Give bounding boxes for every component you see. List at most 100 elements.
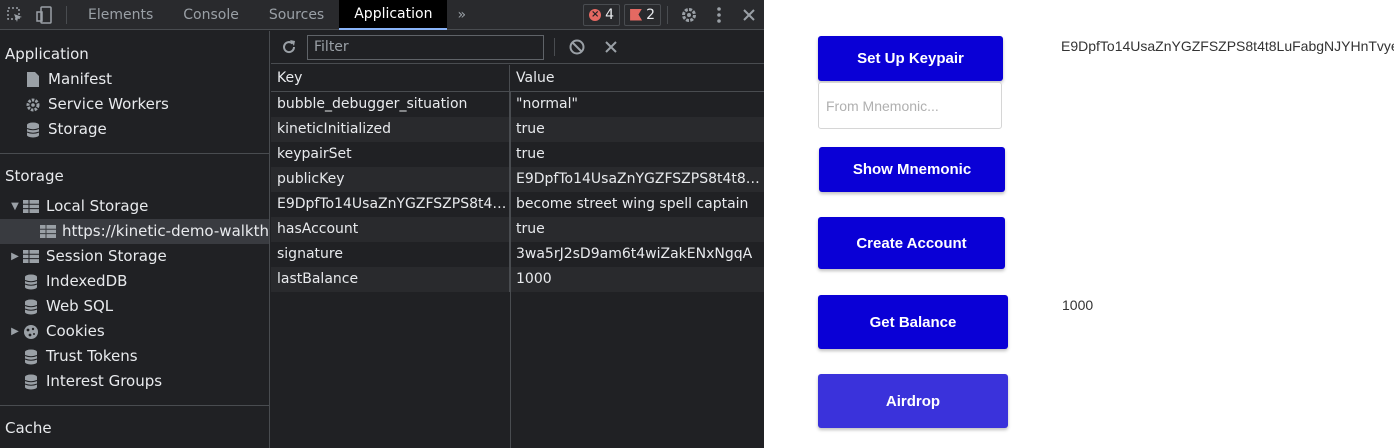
row-value[interactable]: 3wa5rJ2sD9am6t4wiZakENxNgqA bbox=[510, 242, 764, 267]
expand-arrow-right-icon[interactable]: ▶ bbox=[8, 319, 22, 344]
airdrop-button[interactable]: Airdrop bbox=[818, 374, 1008, 428]
sidebar-item-interest-groups[interactable]: Interest Groups bbox=[0, 369, 269, 394]
refresh-icon[interactable] bbox=[281, 39, 297, 55]
row-key[interactable]: lastBalance bbox=[271, 267, 510, 292]
row-key[interactable]: hasAccount bbox=[271, 217, 510, 242]
sidebar-divider bbox=[0, 405, 269, 406]
sidebar-item-storage[interactable]: Storage bbox=[0, 117, 269, 142]
sidebar-item-label: Storage bbox=[48, 120, 107, 138]
show-mnemonic-button[interactable]: Show Mnemonic bbox=[819, 147, 1005, 192]
devtools-panel: Elements Console Sources Application » ×… bbox=[0, 0, 764, 448]
sidebar-item-label: Interest Groups bbox=[46, 372, 163, 390]
column-header-value[interactable]: Value bbox=[510, 65, 764, 92]
sidebar-item-manifest[interactable]: Manifest bbox=[0, 67, 269, 92]
row-value[interactable]: 1000 bbox=[510, 267, 764, 292]
sidebar-item-label: https://kinetic-demo-walkthrough bbox=[62, 222, 269, 240]
row-key[interactable]: E9DpfTo14UsaZnYGZFSZPS8t4t8LuFabgNJYHnTv… bbox=[271, 192, 510, 217]
grid-icon bbox=[22, 198, 40, 216]
table-row[interactable]: keypairSet true bbox=[271, 142, 764, 167]
row-value[interactable]: true bbox=[510, 217, 764, 242]
close-devtools-icon[interactable] bbox=[734, 0, 764, 30]
toolbar-divider bbox=[66, 5, 67, 24]
sidebar-item-label: IndexedDB bbox=[46, 272, 128, 290]
sidebar-item-label: Cookies bbox=[46, 322, 105, 340]
set-up-keypair-button[interactable]: Set Up Keypair bbox=[818, 36, 1003, 81]
application-sidebar: Application Manifest Service Workers Sto… bbox=[0, 31, 270, 448]
settings-gear-icon[interactable] bbox=[674, 0, 704, 30]
local-storage-panel: Key Value bubble_debugger_situation "nor… bbox=[271, 31, 764, 448]
table-row[interactable]: bubble_debugger_situation "normal" bbox=[271, 92, 764, 117]
balance-text: 1000 bbox=[1062, 297, 1094, 313]
more-options-icon[interactable] bbox=[704, 0, 734, 30]
issue-flag-icon bbox=[630, 8, 643, 21]
tab-console[interactable]: Console bbox=[168, 0, 254, 30]
sidebar-item-local-storage-origin[interactable]: https://kinetic-demo-walkthrough bbox=[0, 219, 269, 244]
sidebar-header-cache: Cache bbox=[5, 419, 52, 437]
database-icon bbox=[22, 273, 40, 291]
public-key-text: E9DpfTo14UsaZnYGZFSZPS8t4t8LuFabgNJYHnTv… bbox=[1061, 38, 1394, 54]
sidebar-item-label: Manifest bbox=[48, 70, 113, 88]
errors-badge[interactable]: × 4 bbox=[583, 3, 621, 26]
column-divider bbox=[510, 92, 511, 448]
expand-arrow-down-icon[interactable]: ▼ bbox=[8, 194, 22, 219]
table-row[interactable]: E9DpfTo14UsaZnYGZFSZPS8t4t8LuFabgNJYHnTv… bbox=[271, 192, 764, 217]
row-value[interactable]: true bbox=[510, 142, 764, 167]
row-value[interactable]: E9DpfTo14UsaZnYGZFSZPS8t4t8LuFabgNJYHnTv… bbox=[510, 167, 764, 192]
row-key[interactable]: bubble_debugger_situation bbox=[271, 92, 510, 117]
table-row[interactable]: signature 3wa5rJ2sD9am6t4wiZakENxNgqA bbox=[271, 242, 764, 267]
sidebar-header-storage: Storage bbox=[5, 167, 64, 185]
expand-arrow-right-icon[interactable]: ▶ bbox=[8, 244, 22, 269]
row-value[interactable]: become street wing spell captain bbox=[510, 192, 764, 217]
get-balance-button[interactable]: Get Balance bbox=[818, 295, 1008, 349]
devtools-tabbar: Elements Console Sources Application » ×… bbox=[0, 0, 764, 30]
sidebar-item-session-storage[interactable]: ▶ Session Storage bbox=[0, 244, 269, 269]
tab-application[interactable]: Application bbox=[339, 0, 448, 30]
clear-all-icon[interactable] bbox=[569, 39, 585, 55]
cookie-icon bbox=[22, 323, 40, 341]
row-key[interactable]: keypairSet bbox=[271, 142, 510, 167]
sidebar-item-local-storage[interactable]: ▼ Local Storage bbox=[0, 194, 269, 219]
sidebar-item-cookies[interactable]: ▶ Cookies bbox=[0, 319, 269, 344]
table-row[interactable]: lastBalance 1000 bbox=[271, 267, 764, 292]
sidebar-item-service-workers[interactable]: Service Workers bbox=[0, 92, 269, 117]
sidebar-item-label: Service Workers bbox=[48, 95, 169, 113]
device-toolbar-icon[interactable] bbox=[30, 0, 60, 30]
delete-selected-icon[interactable] bbox=[605, 41, 617, 53]
column-header-key[interactable]: Key bbox=[271, 65, 510, 92]
toolbar-divider bbox=[554, 38, 555, 56]
create-account-button[interactable]: Create Account bbox=[818, 217, 1005, 269]
storage-toolbar bbox=[271, 31, 764, 64]
row-key[interactable]: kineticInitialized bbox=[271, 117, 510, 142]
sidebar-divider bbox=[0, 153, 269, 154]
row-value[interactable]: true bbox=[510, 117, 764, 142]
row-key[interactable]: signature bbox=[271, 242, 510, 267]
table-row[interactable]: hasAccount true bbox=[271, 217, 764, 242]
tab-elements[interactable]: Elements bbox=[73, 0, 168, 30]
issues-badge[interactable]: 2 bbox=[624, 3, 661, 26]
sidebar-item-label: Local Storage bbox=[46, 197, 149, 215]
sidebar-item-label: Web SQL bbox=[46, 297, 114, 315]
database-icon bbox=[22, 298, 40, 316]
sidebar-item-indexeddb[interactable]: IndexedDB bbox=[0, 269, 269, 294]
table-row[interactable]: kineticInitialized true bbox=[271, 117, 764, 142]
database-icon bbox=[24, 121, 42, 139]
row-key[interactable]: publicKey bbox=[271, 167, 510, 192]
database-icon bbox=[22, 348, 40, 366]
table-row[interactable]: publicKey E9DpfTo14UsaZnYGZFSZPS8t4t8LuF… bbox=[271, 167, 764, 192]
toolbar-divider bbox=[667, 5, 668, 24]
error-icon: × bbox=[589, 8, 602, 21]
table-header: Key Value bbox=[271, 65, 764, 92]
errors-count: 4 bbox=[605, 6, 615, 23]
sidebar-item-web-sql[interactable]: Web SQL bbox=[0, 294, 269, 319]
filter-input[interactable] bbox=[307, 34, 544, 60]
sidebar-item-trust-tokens[interactable]: Trust Tokens bbox=[0, 344, 269, 369]
more-tabs-button[interactable]: » bbox=[447, 0, 476, 30]
web-app-page: Set Up Keypair Show Mnemonic Create Acco… bbox=[764, 0, 1394, 448]
sidebar-item-label: Trust Tokens bbox=[46, 347, 138, 365]
database-icon bbox=[22, 373, 40, 391]
grid-icon bbox=[22, 248, 40, 266]
row-value[interactable]: "normal" bbox=[510, 92, 764, 117]
tab-sources[interactable]: Sources bbox=[254, 0, 339, 30]
mnemonic-input[interactable] bbox=[818, 82, 1002, 129]
inspect-element-icon[interactable] bbox=[0, 0, 30, 30]
